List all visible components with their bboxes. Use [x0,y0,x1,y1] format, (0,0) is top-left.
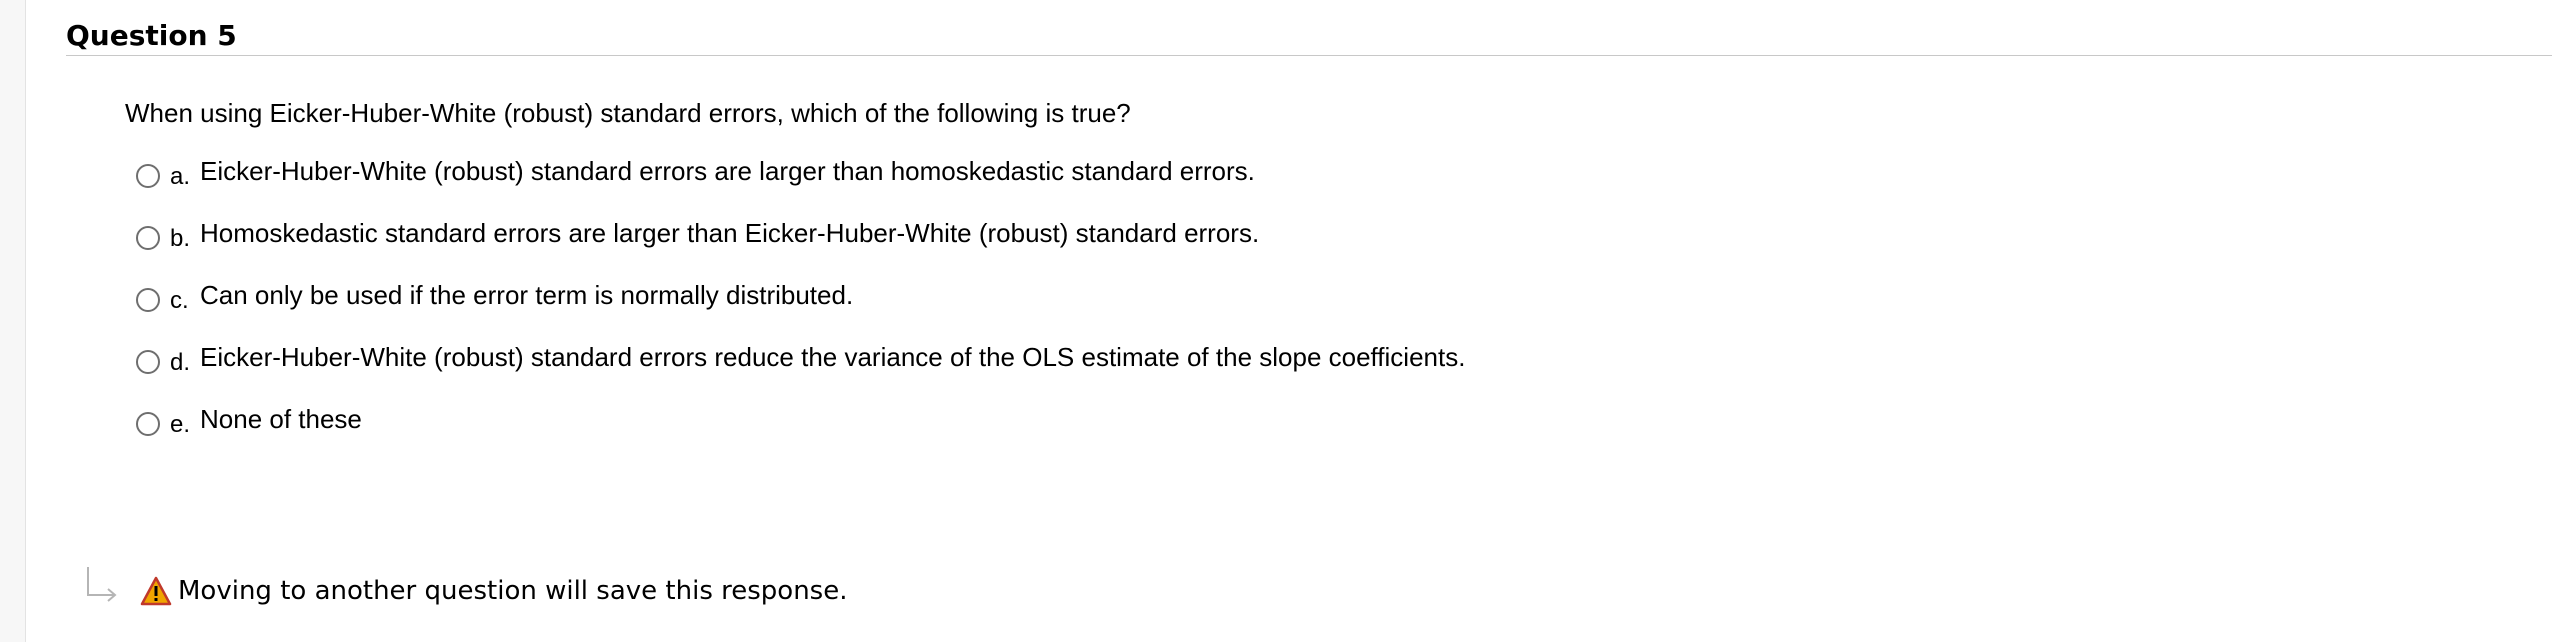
question-header: Question 5 [66,16,2552,56]
radio-button-d[interactable] [136,350,160,374]
option-text[interactable]: None of these [200,402,362,436]
save-notice: Moving to another question will save thi… [84,566,848,616]
left-rail [0,0,26,642]
option-letter: a. [170,163,191,190]
option-e[interactable]: e. None of these [136,402,1465,464]
radio-button-a[interactable] [136,164,160,188]
option-letter: c. [170,287,189,314]
option-letter: e. [170,411,191,438]
question-prompt: When using Eicker-Huber-White (robust) s… [125,98,1131,128]
option-letter: d. [170,349,191,376]
radio-button-e[interactable] [136,412,160,436]
warning-icon [140,576,172,606]
save-note-text: Moving to another question will save thi… [178,576,848,606]
question-title: Question 5 [66,19,237,52]
option-text[interactable]: Eicker-Huber-White (robust) standard err… [200,154,1255,188]
option-text[interactable]: Can only be used if the error term is no… [200,278,853,312]
option-c[interactable]: c. Can only be used if the error term is… [136,278,1465,340]
option-letter: b. [170,225,191,252]
option-a[interactable]: a. Eicker-Huber-White (robust) standard … [136,154,1465,216]
return-arrow-icon [84,565,124,609]
option-d[interactable]: d. Eicker-Huber-White (robust) standard … [136,340,1465,402]
option-text[interactable]: Homoskedastic standard errors are larger… [200,216,1259,250]
radio-button-c[interactable] [136,288,160,312]
option-b[interactable]: b. Homoskedastic standard errors are lar… [136,216,1465,278]
radio-button-b[interactable] [136,226,160,250]
option-text[interactable]: Eicker-Huber-White (robust) standard err… [200,340,1465,374]
answer-options: a. Eicker-Huber-White (robust) standard … [136,154,1465,464]
